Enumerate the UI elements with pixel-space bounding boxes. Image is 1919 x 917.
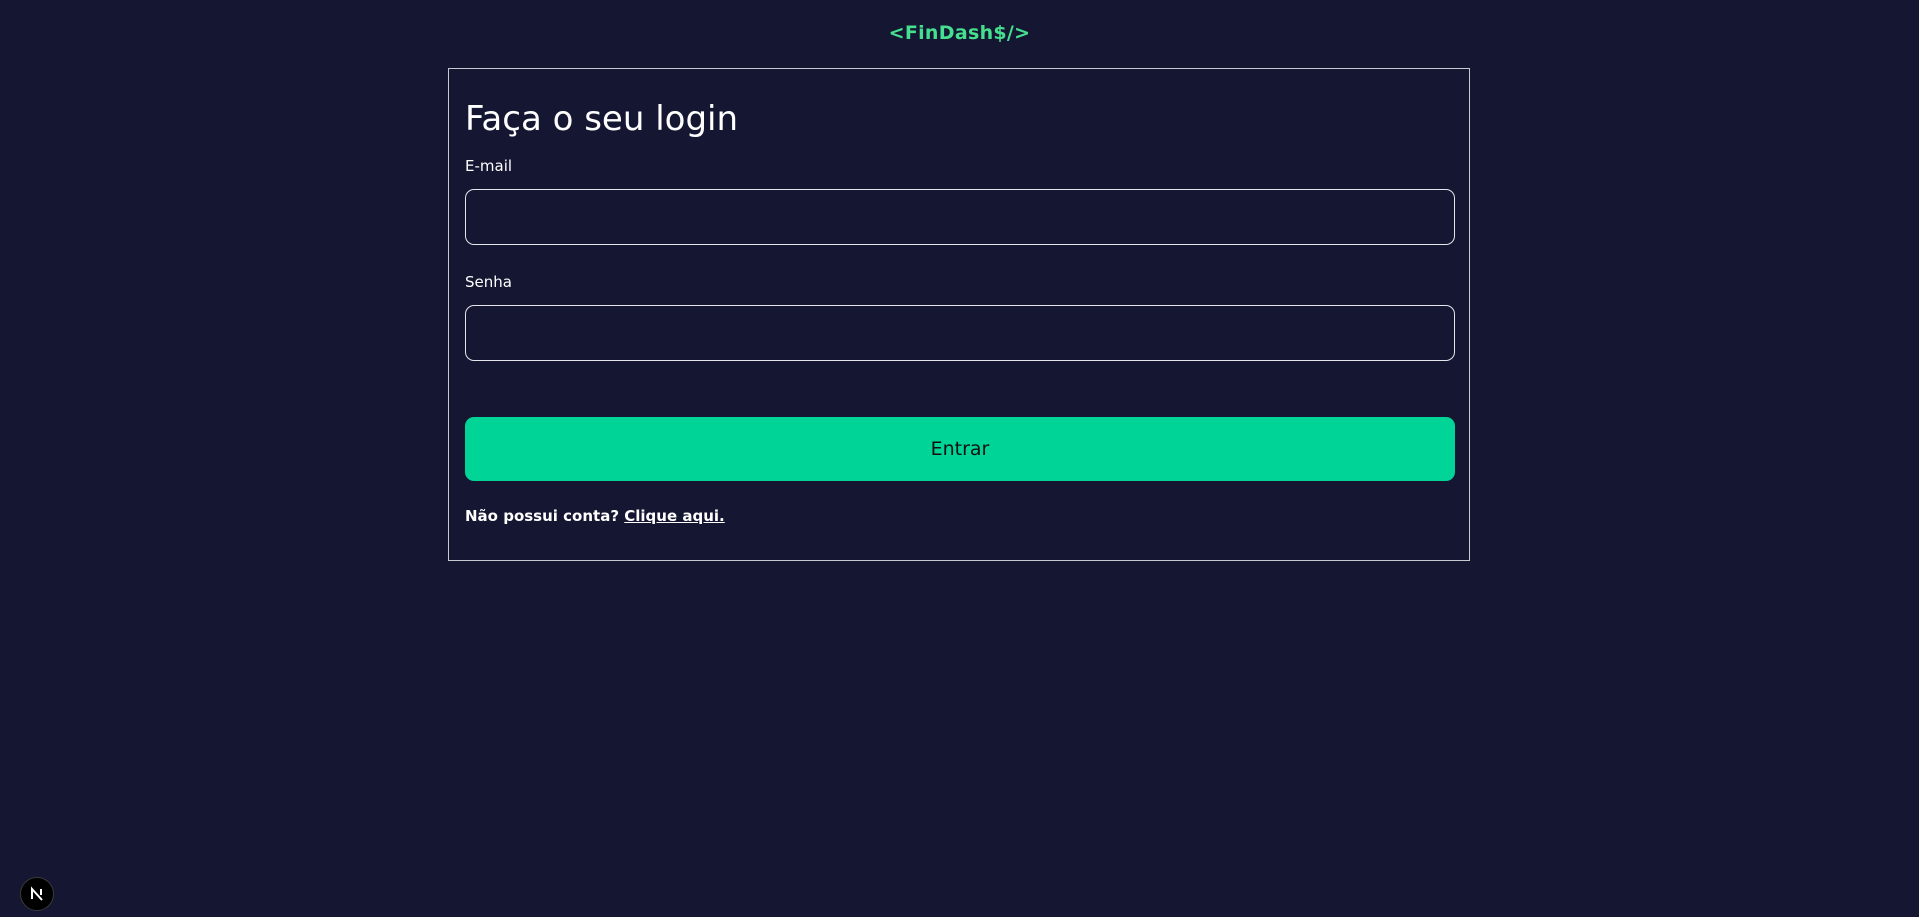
app-logo: <FinDash$/>: [888, 22, 1031, 44]
login-button[interactable]: Entrar: [465, 417, 1455, 481]
signup-prompt: Não possui conta?: [465, 507, 620, 525]
nextjs-logo-glyph: [31, 886, 43, 901]
page-title: Faça o seu login: [465, 99, 739, 139]
login-page: <FinDash$/> Faça o seu login E-mail Senh…: [0, 0, 1919, 917]
email-label: E-mail: [465, 157, 513, 175]
login-card: Faça o seu login E-mail Senha Entrar Não…: [448, 68, 1470, 561]
password-label: Senha: [465, 273, 512, 291]
nextjs-icon[interactable]: [20, 877, 54, 911]
signup-row: Não possui conta? Clique aqui.: [465, 507, 725, 525]
signup-link[interactable]: Clique aqui.: [624, 507, 724, 525]
password-field[interactable]: [465, 305, 1455, 361]
email-field[interactable]: [465, 189, 1455, 245]
